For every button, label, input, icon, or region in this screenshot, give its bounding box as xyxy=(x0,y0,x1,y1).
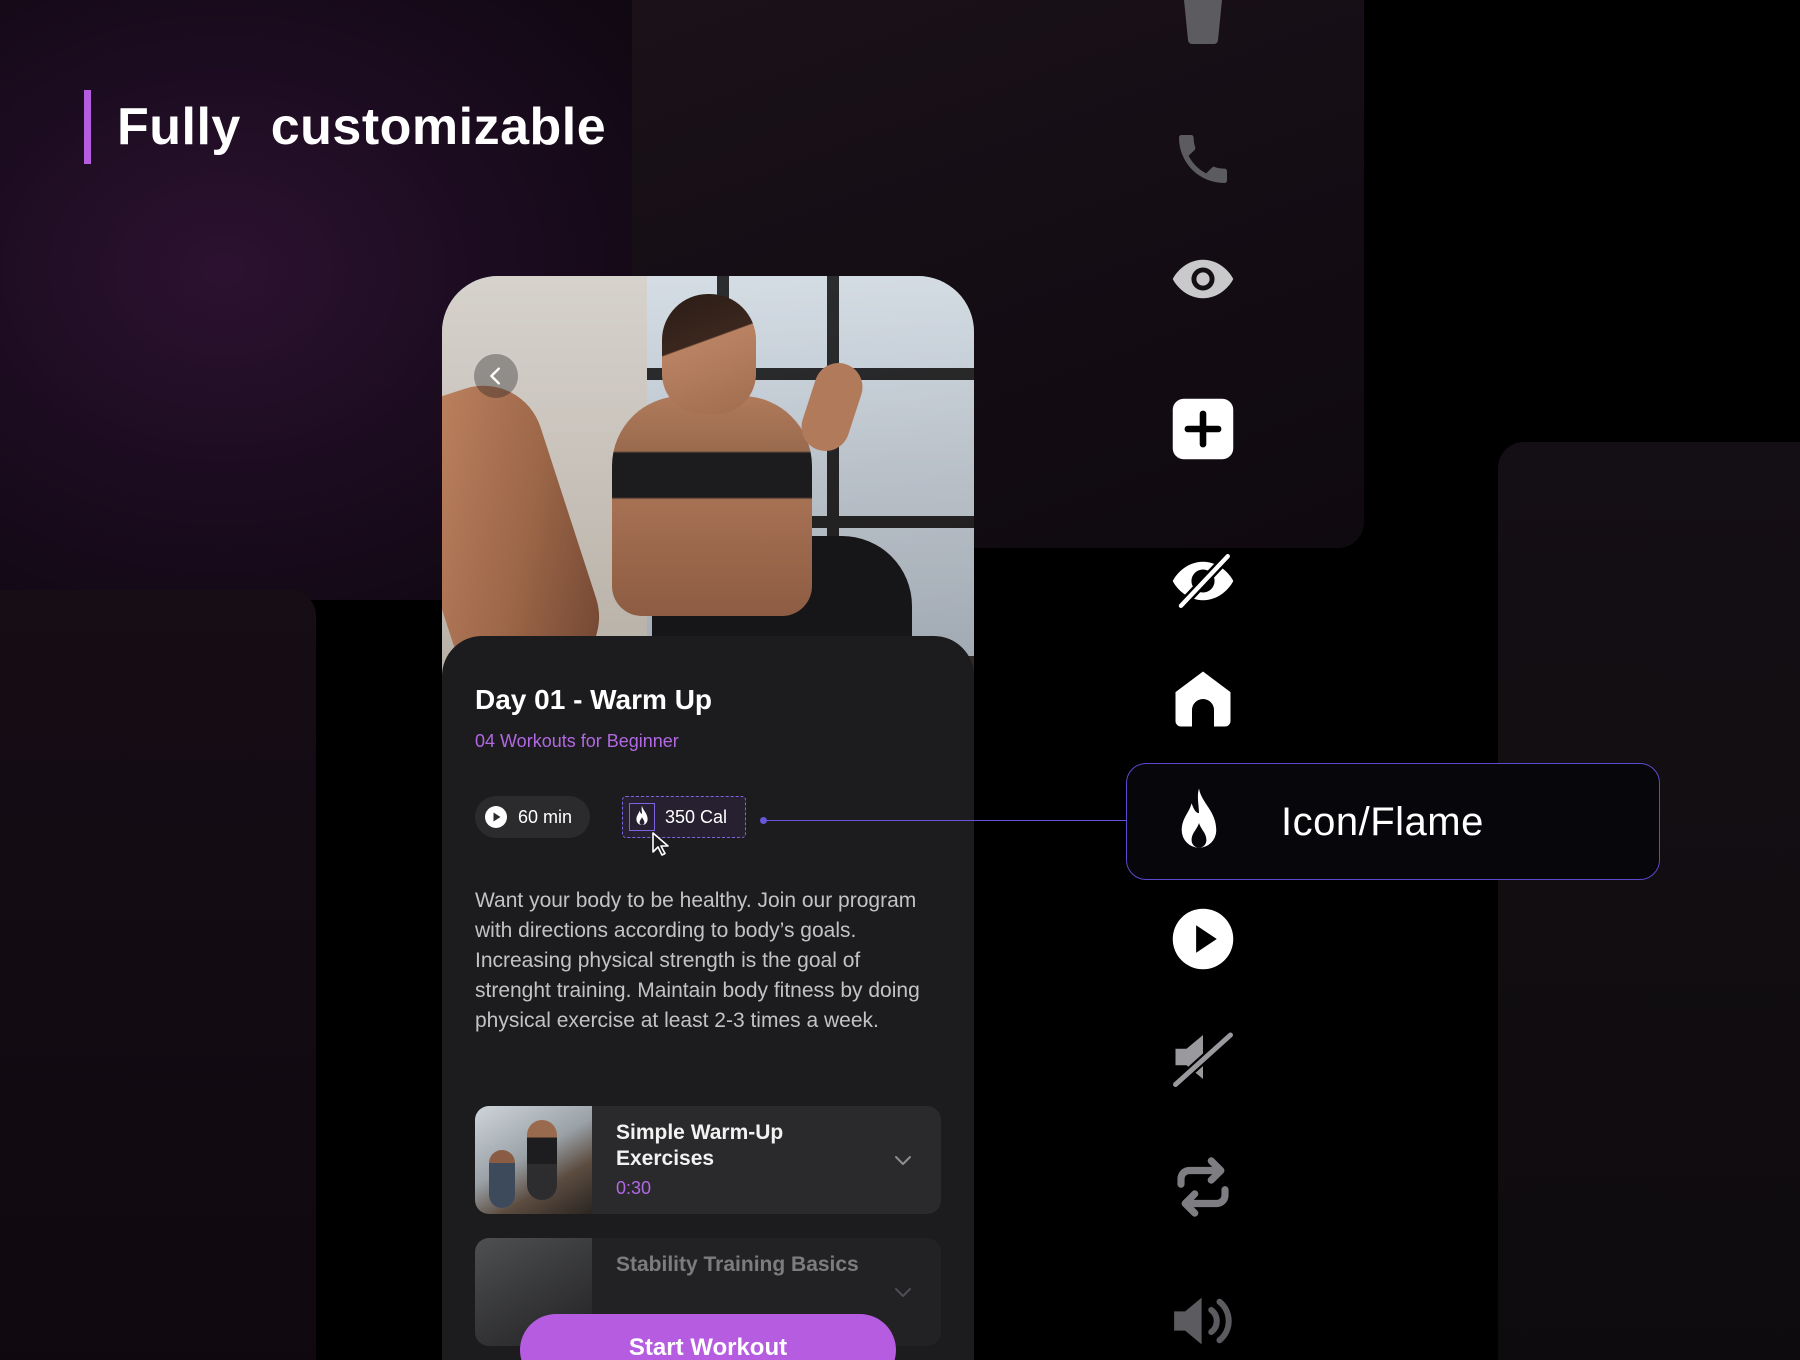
repeat-icon[interactable] xyxy=(1170,1154,1236,1220)
volume-icon[interactable] xyxy=(1170,1288,1236,1354)
phone-icon[interactable] xyxy=(1170,126,1236,192)
start-workout-button[interactable]: Start Workout xyxy=(520,1314,896,1360)
flame-icon xyxy=(629,803,655,831)
exercise-name: Simple Warm-Up Exercises xyxy=(616,1121,784,1170)
workout-details-sheet: Day 01 - Warm Up 04 Workouts for Beginne… xyxy=(442,636,974,1360)
selected-icon-callout[interactable]: Icon/Flame xyxy=(1126,763,1660,880)
mute-icon[interactable] xyxy=(1170,1024,1236,1090)
duration-label: 60 min xyxy=(518,806,573,827)
exercise-duration: 0:30 xyxy=(616,1178,652,1198)
workout-subtitle: 04 Workouts for Beginner xyxy=(475,731,679,751)
calories-label: 350 Cal xyxy=(665,806,728,827)
workout-description: Want your body to be healthy. Join our p… xyxy=(475,889,920,1032)
workout-screen: Day 01 - Warm Up 04 Workouts for Beginne… xyxy=(442,276,974,1360)
calories-chip[interactable]: 350 Cal xyxy=(622,796,747,838)
eye-off-icon[interactable] xyxy=(1170,548,1236,614)
mouse-cursor-icon xyxy=(652,832,669,856)
selected-icon-name: Icon/Flame xyxy=(1281,800,1484,844)
chevron-down-icon[interactable] xyxy=(891,1148,915,1172)
background-panel-right xyxy=(1498,442,1800,1360)
play-circle-icon xyxy=(485,806,507,828)
eye-icon[interactable] xyxy=(1170,246,1236,312)
plus-square-icon[interactable] xyxy=(1170,396,1236,462)
chevron-left-icon xyxy=(490,367,500,385)
page-header: Fully customizable xyxy=(84,90,606,164)
background-panel-bottom-left xyxy=(0,590,316,1360)
bottle-icon[interactable] xyxy=(1170,0,1236,58)
duration-chip: 60 min xyxy=(475,796,591,838)
hero-photo xyxy=(442,276,974,702)
title-accent-bar xyxy=(84,90,91,164)
chevron-down-icon[interactable] xyxy=(891,1280,915,1304)
page-title: Fully customizable xyxy=(117,98,607,156)
exercise-item[interactable]: Simple Warm-Up Exercises 0:30 xyxy=(475,1106,941,1214)
connector-line xyxy=(764,820,1126,821)
home-icon[interactable] xyxy=(1170,666,1236,732)
play-circle-icon[interactable] xyxy=(1170,906,1236,972)
back-button[interactable] xyxy=(474,354,518,398)
workout-title: Day 01 - Warm Up xyxy=(475,684,713,715)
exercise-name: Stability Training Basics xyxy=(616,1253,859,1276)
exercise-thumbnail xyxy=(475,1106,592,1214)
flame-icon xyxy=(1181,788,1217,848)
